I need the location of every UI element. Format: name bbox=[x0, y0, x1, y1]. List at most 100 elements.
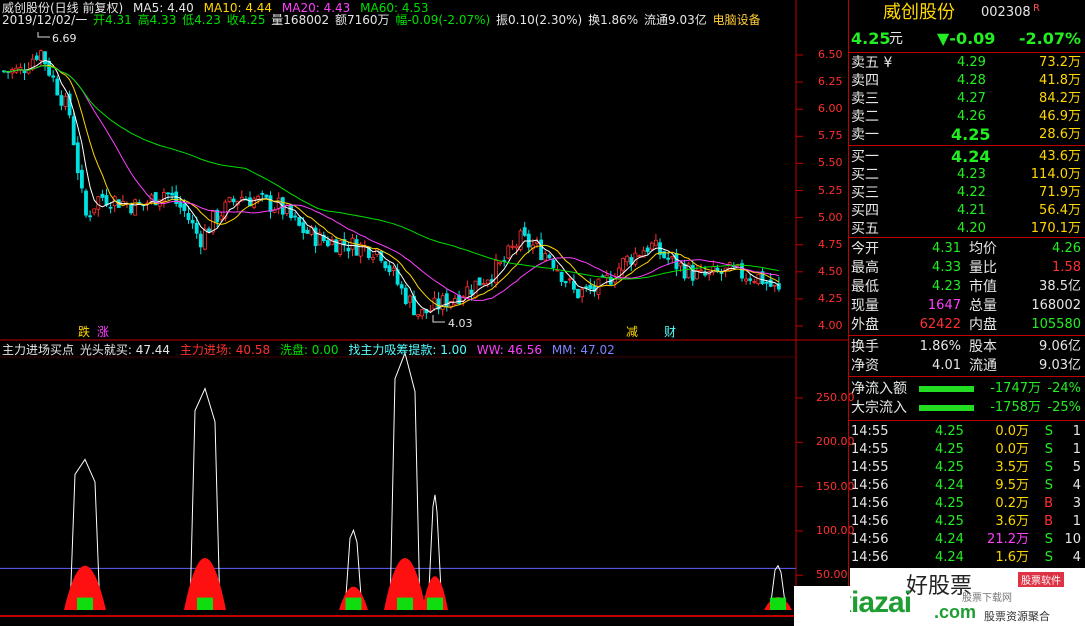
candle-body bbox=[580, 288, 584, 298]
candle-body bbox=[682, 263, 687, 279]
bar-amount: 额7160万 bbox=[334, 13, 390, 27]
buy-level-price: 4.24 bbox=[951, 147, 991, 166]
candle-body bbox=[305, 229, 310, 234]
indicator-plot bbox=[0, 351, 796, 611]
buy-level-price: 4.21 bbox=[957, 203, 986, 218]
tick-row: 14:55 4.25 3.5万 S 5 bbox=[849, 459, 1085, 477]
buy-level-volume: 170.1万 bbox=[1030, 221, 1081, 236]
stat2-value: 4.01 bbox=[932, 358, 961, 373]
candle-body bbox=[75, 142, 80, 174]
bar-volume: 量168002 bbox=[271, 13, 330, 27]
candle-body bbox=[227, 196, 232, 203]
candle-body bbox=[559, 271, 564, 282]
indicator-zl: 主力进场: 40.58 bbox=[179, 343, 271, 357]
candle-body bbox=[129, 203, 134, 214]
stat2-label: 净资 bbox=[851, 358, 879, 374]
candle-body bbox=[383, 261, 388, 269]
tick-row: 14:56 4.25 0.2万 B 3 bbox=[849, 495, 1085, 513]
candle-body bbox=[625, 255, 630, 263]
price-tick-label: 5.25 bbox=[818, 183, 843, 197]
candle-body bbox=[420, 309, 425, 317]
watermark-box: 好股票 股票软件 GPxiazai .com 股票下载网 股票资源聚合 bbox=[794, 568, 1085, 626]
candle-body bbox=[297, 217, 302, 226]
candle-body bbox=[563, 281, 568, 284]
candle-body bbox=[55, 78, 60, 96]
current-price: 4.25 bbox=[851, 29, 891, 48]
sep-2 bbox=[849, 145, 1085, 146]
stat-label-2: 内盘 bbox=[969, 317, 997, 333]
candlesticks bbox=[2, 49, 781, 320]
buy-level-row: 买一 4.24 43.6万 bbox=[849, 148, 1085, 166]
tick-time: 14:56 bbox=[851, 514, 889, 529]
tick-price: 4.24 bbox=[935, 550, 964, 565]
candle-body bbox=[539, 239, 543, 261]
sell-level-volume: 28.6万 bbox=[1039, 127, 1081, 142]
fund-flow-pct: -25% bbox=[1047, 400, 1081, 415]
sell-level-label: 卖二 bbox=[851, 109, 879, 125]
tick-count: 3 bbox=[1072, 496, 1081, 511]
candle-body bbox=[576, 288, 580, 299]
price-tick-label: 4.25 bbox=[818, 291, 843, 305]
stat-row: 现量 1647 总量 168002 bbox=[849, 297, 1085, 315]
bar-sector: 电脑设备 bbox=[712, 13, 761, 27]
sep-6 bbox=[849, 420, 1085, 421]
stat-value: 4.33 bbox=[932, 260, 961, 275]
stat-row: 最低 4.23 市值 38.5亿 bbox=[849, 278, 1085, 296]
indicator-tick-label: 50.00 bbox=[816, 568, 848, 582]
buy-point-bar bbox=[197, 597, 213, 610]
price-tick-label: 6.25 bbox=[818, 75, 843, 89]
tick-price: 4.25 bbox=[935, 442, 964, 457]
candle-body bbox=[399, 284, 404, 289]
stat-row: 外盘 62422 内盘 105580 bbox=[849, 316, 1085, 334]
tag-die: 跌 bbox=[78, 324, 90, 339]
candle-body bbox=[621, 258, 625, 271]
candle-body bbox=[772, 284, 777, 287]
indicator-name: 主力进场买点 bbox=[2, 343, 75, 357]
buy-level-row: 买四 4.21 56.4万 bbox=[849, 202, 1085, 220]
indicator-ww: WW: 46.56 bbox=[476, 343, 542, 357]
bar-turnover: 换1.86% bbox=[588, 13, 639, 27]
candle-body bbox=[514, 245, 519, 249]
buy-level-volume: 56.4万 bbox=[1039, 203, 1081, 218]
stock-name[interactable]: 威创股份 bbox=[883, 2, 955, 24]
stat2-row: 换手 1.86% 股本 9.06亿 bbox=[849, 338, 1085, 356]
candle-body bbox=[690, 264, 695, 281]
candle-body bbox=[268, 195, 273, 212]
stat-value: 4.31 bbox=[932, 241, 961, 256]
buy-level-price: 4.20 bbox=[957, 221, 986, 236]
candle-body bbox=[354, 239, 359, 256]
buy-level-price: 4.22 bbox=[957, 185, 986, 200]
bar-low: 低4.23 bbox=[182, 13, 221, 27]
indicator-gt: 光头就买: 47.44 bbox=[79, 343, 171, 357]
stat2-value: 1.86% bbox=[919, 339, 961, 354]
bar-float: 流通9.03亿 bbox=[644, 13, 707, 27]
kline-chart[interactable]: 6.69 4.03 跌 涨 减 财 bbox=[0, 0, 848, 626]
price-tick-label: 5.50 bbox=[818, 156, 843, 170]
buy-level-row: 买三 4.22 71.9万 bbox=[849, 184, 1085, 202]
candle-body bbox=[190, 219, 195, 224]
stock-code: 002308 bbox=[981, 5, 1031, 20]
sell-level-price: 4.26 bbox=[957, 109, 986, 124]
sep-1 bbox=[849, 52, 1085, 53]
stat-value: 1647 bbox=[927, 298, 961, 313]
stat-label: 现量 bbox=[851, 298, 879, 314]
candle-body bbox=[567, 278, 572, 281]
candle-body bbox=[92, 208, 97, 214]
stat-label: 最高 bbox=[851, 260, 879, 276]
candle-body bbox=[748, 278, 753, 281]
buy-level-price: 4.23 bbox=[957, 167, 986, 182]
tick-count: 5 bbox=[1072, 460, 1081, 475]
indicator-grid bbox=[796, 397, 803, 576]
candle-body bbox=[649, 242, 654, 250]
buy-point-bar bbox=[770, 597, 786, 610]
tick-price: 4.25 bbox=[935, 514, 964, 529]
candle-body bbox=[346, 247, 351, 252]
candle-body bbox=[39, 50, 43, 61]
candle-body bbox=[264, 194, 269, 198]
buy-level-label: 买二 bbox=[851, 167, 879, 183]
sell-level-price: 4.28 bbox=[957, 73, 986, 88]
fund-flow-row: 净流入额 -1747万 -24% bbox=[849, 380, 1085, 398]
tick-row: 14:56 4.24 1.6万 S 4 bbox=[849, 549, 1085, 567]
candle-body bbox=[43, 51, 47, 65]
tick-count: 1 bbox=[1072, 514, 1081, 529]
